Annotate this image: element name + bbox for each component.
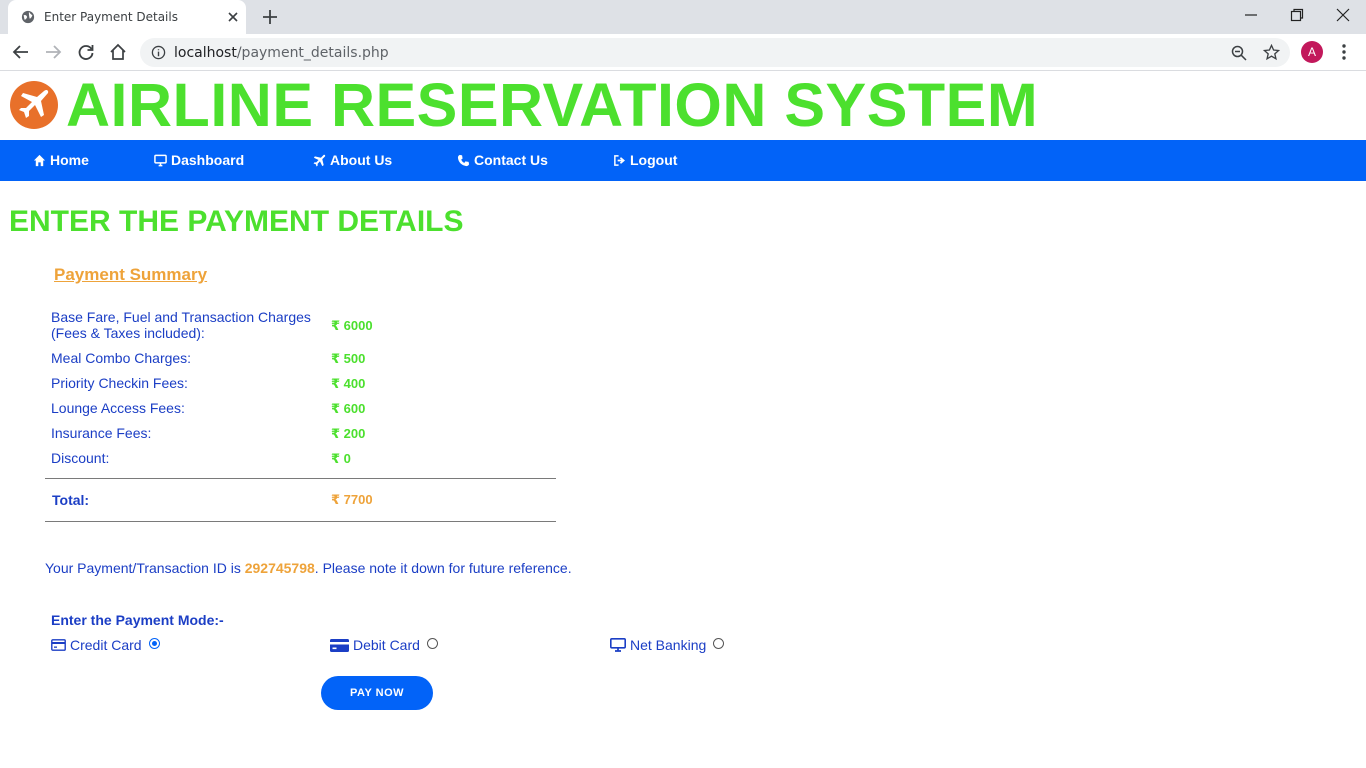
logout-icon: [614, 155, 625, 166]
summary-row-label: Priority Checkin Fees:: [51, 375, 188, 391]
reload-icon[interactable]: [77, 43, 95, 61]
net-banking-radio[interactable]: [713, 637, 725, 649]
payment-summary-heading: Payment Summary: [54, 265, 208, 284]
debit-card-radio[interactable]: [426, 637, 438, 649]
site-title: AIRLINE RESERVATION SYSTEM: [66, 71, 1039, 139]
plane-icon: [313, 154, 326, 167]
nav-about-us[interactable]: About Us: [313, 140, 392, 181]
summary-row-label: Discount:: [51, 450, 110, 466]
page-title: ENTER THE PAYMENT DETAILS: [9, 205, 464, 238]
summary-row-label: Meal Combo Charges:: [51, 350, 192, 366]
back-icon[interactable]: [12, 43, 30, 61]
new-tab-icon[interactable]: [262, 9, 278, 25]
minimize-icon[interactable]: [1244, 8, 1258, 22]
debit-card-label: Debit Card: [353, 637, 420, 653]
nav-home-label: Home: [50, 152, 89, 168]
transaction-id: 292745798: [244, 560, 315, 576]
summary-row-label: Lounge Access Fees:: [51, 400, 185, 416]
desktop-icon: [610, 638, 626, 652]
pay-now-button[interactable]: PAY NOW: [321, 676, 433, 710]
zoom-out-icon[interactable]: [1231, 45, 1247, 61]
transaction-message: Your Payment/Transaction ID is 292745798…: [45, 560, 572, 576]
nav-about-us-label: About Us: [330, 152, 393, 168]
total-amount: ₹ 7700: [331, 492, 373, 507]
payment-mode-credit-card[interactable]: Credit Card: [51, 637, 160, 653]
info-icon[interactable]: [151, 45, 166, 60]
home-icon: [33, 154, 46, 167]
phone-icon: [457, 154, 470, 167]
summary-row-label: Insurance Fees:: [51, 425, 152, 441]
nav-logout-label: Logout: [630, 152, 678, 168]
summary-row-amount: ₹ 400: [331, 376, 366, 391]
summary-row-amount: ₹ 0: [331, 451, 351, 466]
star-icon[interactable]: [1263, 44, 1280, 61]
url-text: localhost/payment_details.php: [174, 45, 389, 61]
home-icon[interactable]: [109, 43, 127, 61]
restore-icon[interactable]: [1290, 8, 1304, 22]
payment-mode-debit-card[interactable]: Debit Card: [330, 637, 438, 653]
credit-card-label: Credit Card: [70, 637, 142, 653]
nav-home[interactable]: Home: [33, 140, 89, 181]
divider: [45, 521, 556, 522]
address-bar[interactable]: localhost/payment_details.php: [140, 38, 1290, 67]
page-content: AIRLINE RESERVATION SYSTEM Home Dashboar…: [0, 71, 1366, 768]
desktop-icon: [154, 154, 167, 167]
total-label: Total:: [52, 492, 90, 508]
nav-contact-us-label: Contact Us: [474, 152, 548, 168]
payment-mode-label: Enter the Payment Mode:-: [51, 612, 224, 628]
profile-avatar[interactable]: A: [1301, 41, 1323, 63]
globe-icon: [21, 10, 35, 24]
divider: [45, 478, 556, 479]
credit-card-icon: [51, 639, 66, 651]
nav-contact-us[interactable]: Contact Us: [457, 140, 548, 181]
window-close-icon[interactable]: [1336, 8, 1350, 22]
forward-icon[interactable]: [44, 43, 62, 61]
nav-dashboard-label: Dashboard: [171, 152, 245, 168]
payment-mode-net-banking[interactable]: Net Banking: [610, 637, 725, 653]
menu-kebab-icon[interactable]: [1336, 43, 1352, 61]
browser-tabstrip: Enter Payment Details: [0, 0, 1366, 34]
summary-row-amount: ₹ 6000: [331, 318, 373, 333]
debit-card-icon: [330, 638, 349, 652]
tab-title: Enter Payment Details: [44, 10, 178, 24]
net-banking-label: Net Banking: [630, 637, 707, 653]
airplane-logo-icon: [10, 81, 58, 129]
nav-logout[interactable]: Logout: [613, 140, 677, 181]
browser-tab[interactable]: Enter Payment Details: [8, 0, 246, 34]
browser-toolbar: localhost/payment_details.php A: [0, 34, 1366, 71]
summary-row-amount: ₹ 500: [331, 351, 366, 366]
summary-row-amount: ₹ 600: [331, 401, 366, 416]
close-icon[interactable]: [226, 10, 240, 24]
summary-row-label: Base Fare, Fuel and Transaction Charges …: [51, 309, 311, 341]
main-navbar: Home Dashboard About Us Contact Us Logou…: [0, 140, 1366, 181]
nav-dashboard[interactable]: Dashboard: [154, 140, 244, 181]
summary-row-amount: ₹ 200: [331, 426, 366, 441]
credit-card-radio[interactable]: [148, 637, 160, 649]
